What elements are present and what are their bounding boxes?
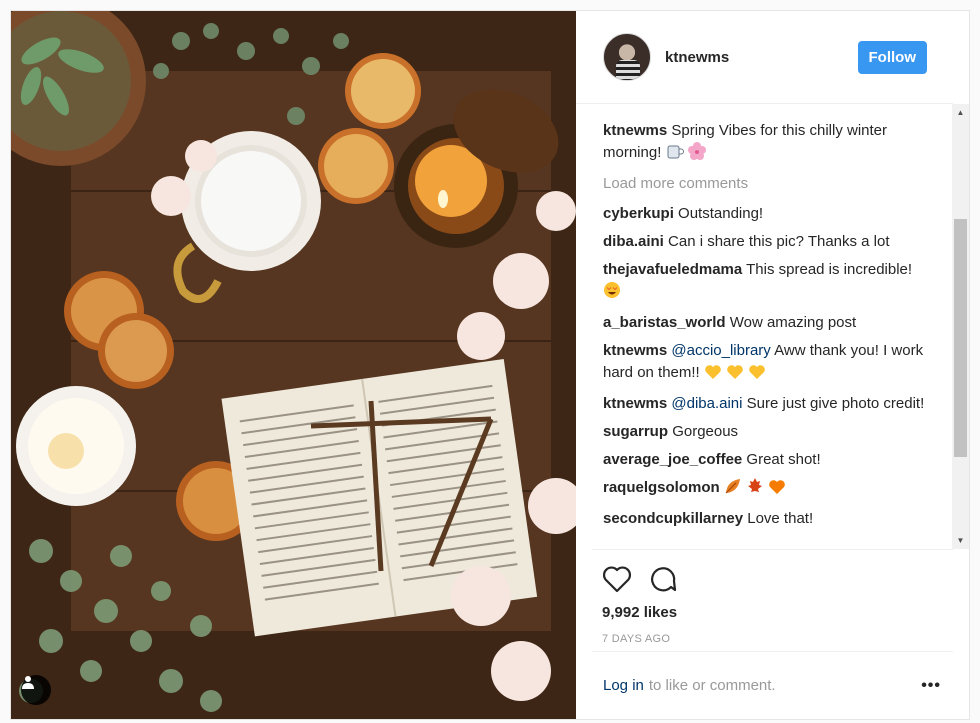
orange-heart-emoji (768, 479, 786, 502)
comment-text: Love that! (747, 510, 814, 527)
comment-author[interactable]: ktnewms (603, 395, 667, 412)
comment-author[interactable]: secondcupkillarney (603, 510, 743, 527)
login-link[interactable]: Log in (603, 677, 644, 694)
fallen-leaf-emoji (724, 477, 742, 502)
more-options-icon[interactable]: ••• (921, 677, 941, 695)
header-username[interactable]: ktnewms (665, 49, 729, 66)
comment-item: raquelgsolomon (603, 477, 933, 502)
comment-author[interactable]: sugarrup (603, 423, 668, 440)
comments-list: ktnewms Spring Vibes for this chilly win… (576, 104, 969, 530)
post-footer: Log in to like or comment. ••• (592, 651, 953, 719)
scroll-down-arrow-icon[interactable]: ▼ (952, 532, 969, 549)
comment-text: Gorgeous (672, 423, 739, 440)
comment-author[interactable]: a_baristas_world (603, 314, 726, 331)
comment-item: sugarrup Gorgeous (603, 421, 933, 443)
comment-text: Outstanding! (678, 205, 764, 222)
comment-item: cyberkupi Outstanding! (603, 203, 933, 225)
action-icons (602, 562, 953, 596)
comment-text: Wow amazing post (729, 314, 857, 331)
post-date[interactable]: 7 DAYS AGO (602, 633, 953, 645)
coffee-cup-emoji (666, 142, 684, 167)
yellow-heart-emoji (726, 364, 744, 387)
comment-item: thejavafueledmama This spread is incredi… (603, 259, 933, 306)
scrollbar-thumb[interactable] (954, 219, 967, 457)
heart-eyes-emoji (603, 281, 621, 306)
comment-author[interactable]: diba.aini (603, 233, 664, 250)
comment-icon[interactable] (648, 565, 678, 593)
maple-leaf-emoji (746, 477, 764, 502)
comment-author[interactable]: ktnewms (603, 342, 667, 359)
caption: ktnewms Spring Vibes for this chilly win… (603, 120, 933, 167)
post-actions: 9,992 likes 7 DAYS AGO (592, 549, 953, 645)
comment-mention[interactable]: @accio_library (671, 342, 770, 359)
cherry-blossom-emoji (687, 142, 706, 167)
post-photo[interactable] (11, 11, 576, 719)
scroll-up-arrow-icon[interactable]: ▲ (952, 104, 969, 121)
photo-illustration (11, 11, 576, 719)
footer-text: to like or comment. (648, 677, 776, 694)
comment-text: Can i share this pic? Thanks a lot (668, 233, 890, 250)
heart-icon[interactable] (602, 565, 632, 593)
person-icon (22, 676, 34, 689)
comment-item: a_baristas_world Wow amazing post (603, 312, 933, 334)
comment-author[interactable]: thejavafueledmama (603, 261, 742, 278)
post-side-panel: ktnewms Follow ktnewms Spring Vibes for … (576, 11, 969, 719)
load-more-comments-button[interactable]: Load more comments (603, 173, 933, 195)
comment-item: diba.aini Can i share this pic? Thanks a… (603, 231, 933, 253)
comment-mention[interactable]: @diba.aini (671, 395, 742, 412)
comment-author[interactable]: average_joe_coffee (603, 451, 742, 468)
caption-author[interactable]: ktnewms (603, 122, 667, 139)
comments-scrollbar[interactable]: ▲ ▼ (952, 104, 969, 549)
post-card: ktnewms Follow ktnewms Spring Vibes for … (10, 10, 970, 720)
likes-count[interactable]: 9,992 likes (602, 604, 953, 621)
comment-item: average_joe_coffee Great shot! (603, 449, 933, 471)
comments-section: ktnewms Spring Vibes for this chilly win… (576, 104, 969, 549)
comment-author[interactable]: raquelgsolomon (603, 479, 720, 496)
comment-text: This spread is incredible! (746, 261, 913, 278)
follow-button[interactable]: Follow (857, 40, 927, 74)
comment-item: secondcupkillarney Love that! (603, 508, 933, 530)
comment-item: ktnewms @diba.aini Sure just give photo … (603, 393, 933, 415)
comment-item: ktnewms @accio_library Aww thank you! I … (603, 340, 933, 387)
comment-author[interactable]: cyberkupi (603, 205, 674, 222)
yellow-heart-emoji (704, 364, 722, 387)
comment-text: Sure just give photo credit! (742, 395, 925, 412)
yellow-heart-emoji (748, 364, 766, 387)
post-header: ktnewms Follow (576, 11, 953, 104)
avatar[interactable] (603, 33, 651, 81)
comment-text: Great shot! (746, 451, 821, 468)
user-tag-icon[interactable] (21, 675, 51, 705)
